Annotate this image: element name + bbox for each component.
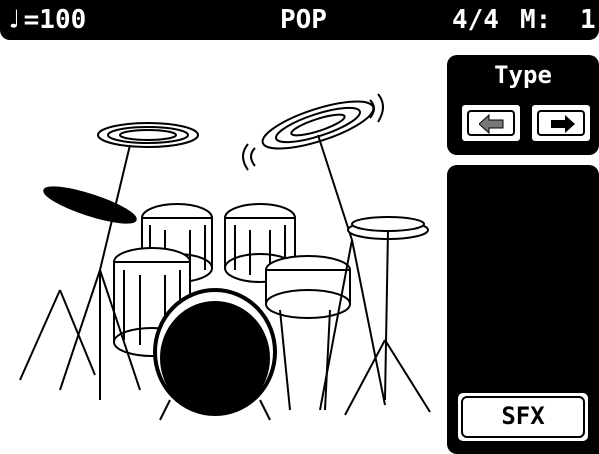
tempo-display: ♩=100 bbox=[6, 3, 86, 37]
style-name: POP bbox=[280, 5, 327, 35]
measure-value: 1 bbox=[580, 5, 596, 35]
quarter-note-icon: ♩ bbox=[6, 5, 22, 35]
drum-kit-illustration[interactable] bbox=[0, 40, 448, 454]
sfx-button[interactable]: SFX bbox=[455, 390, 591, 444]
sfx-label: SFX bbox=[501, 402, 545, 430]
type-label: Type bbox=[494, 61, 552, 89]
left-arrow-icon bbox=[479, 114, 504, 134]
tempo-value: =100 bbox=[23, 5, 87, 35]
time-signature: 4/4 bbox=[452, 5, 499, 35]
drum-kit-icon bbox=[19, 93, 431, 421]
type-panel: Type bbox=[447, 55, 599, 155]
drum-screen: ♩=100 POP 4/4 M: 1 Type SFX bbox=[0, 0, 599, 454]
measure-label: M: bbox=[520, 5, 552, 35]
right-arrow-icon bbox=[551, 115, 575, 133]
sfx-panel: SFX bbox=[447, 165, 599, 454]
type-next-button[interactable] bbox=[529, 102, 593, 144]
type-prev-button[interactable] bbox=[459, 102, 523, 144]
status-bar: ♩=100 POP 4/4 M: 1 bbox=[0, 0, 599, 40]
